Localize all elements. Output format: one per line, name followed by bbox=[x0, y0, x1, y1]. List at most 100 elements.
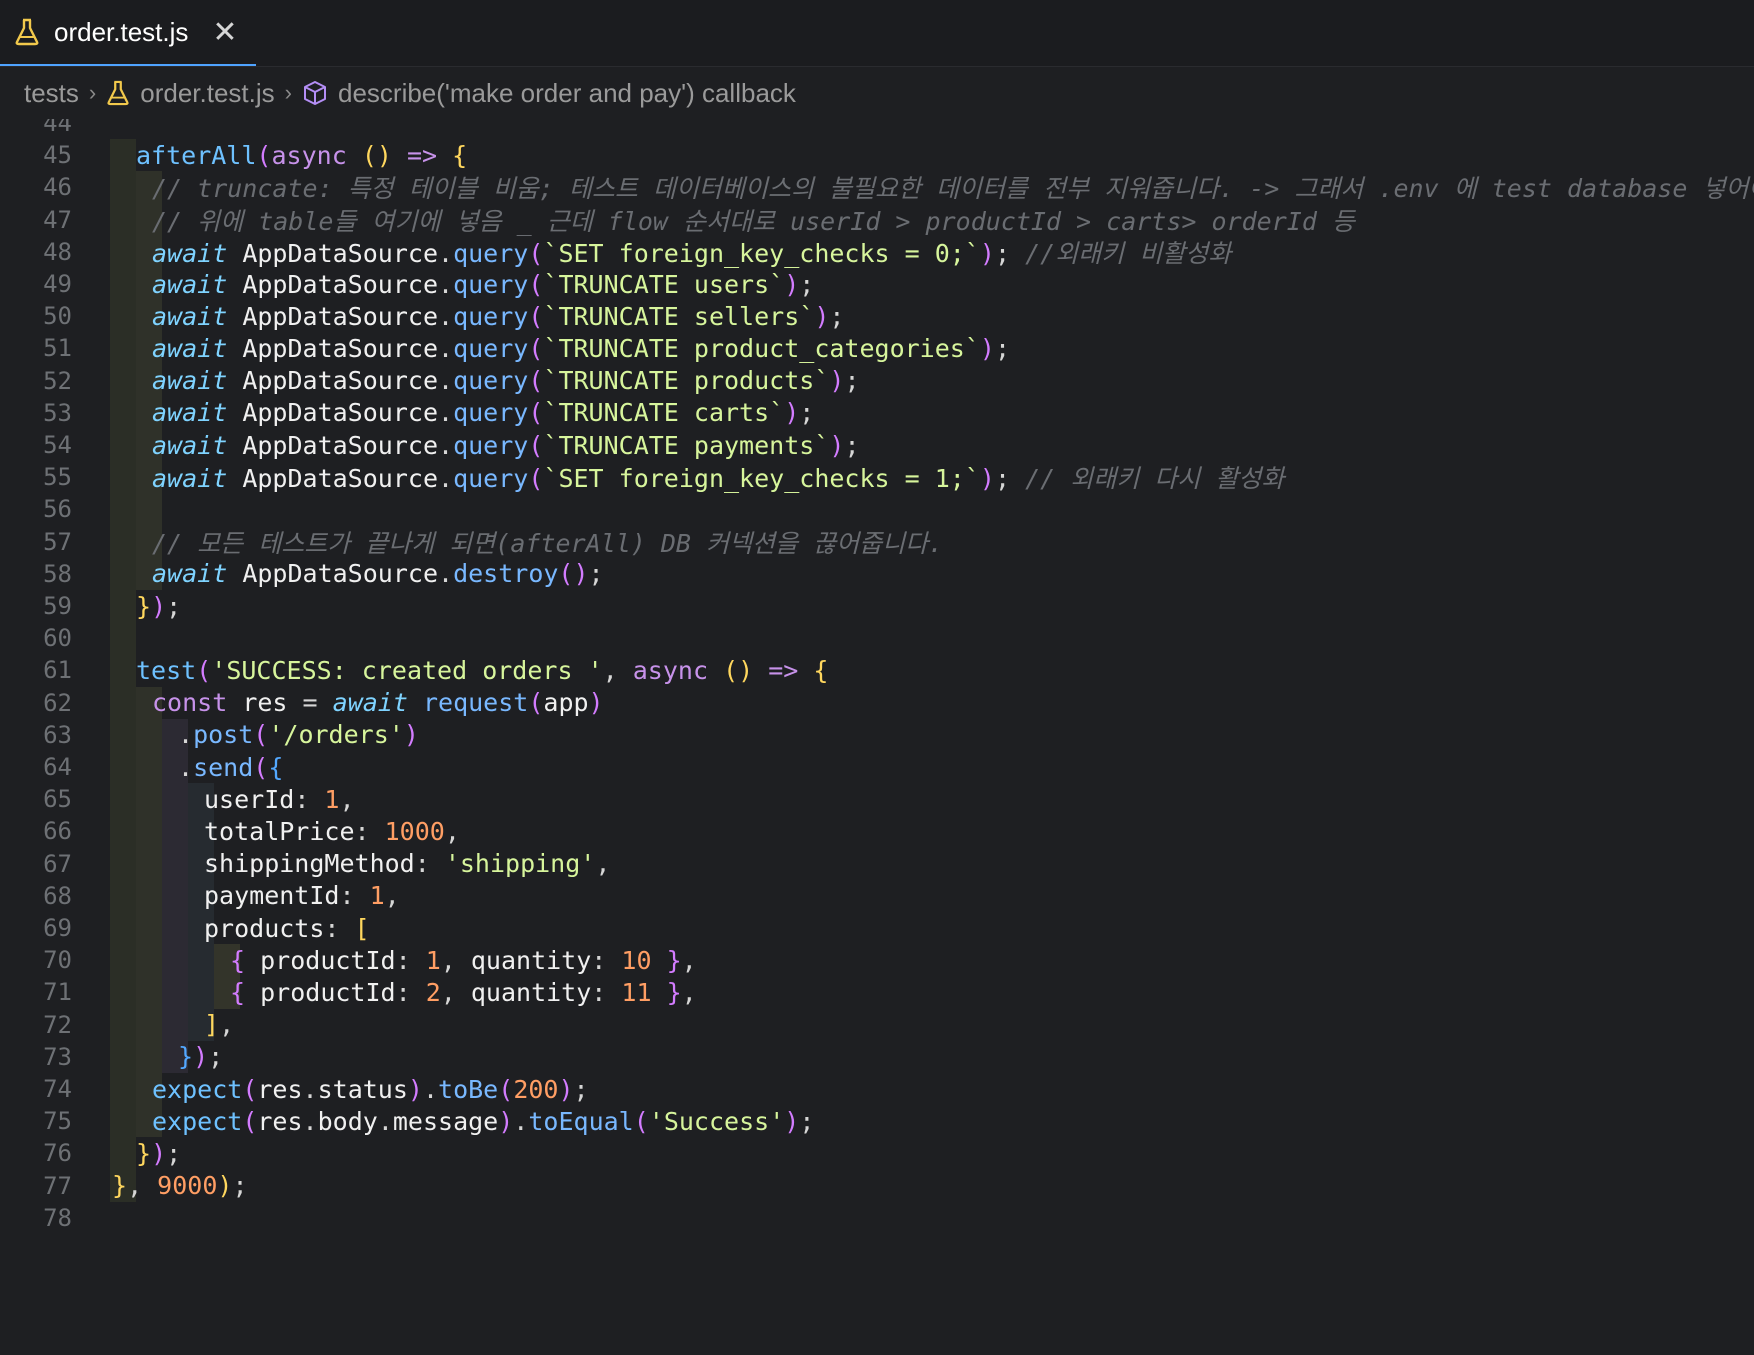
code-token: ; bbox=[166, 1138, 182, 1168]
code-token: [ bbox=[354, 913, 370, 943]
code-token: ( bbox=[528, 238, 544, 268]
code-line[interactable]: 53 await AppDataSource.query(`TRUNCATE ca… bbox=[0, 395, 1754, 431]
code-token: AppDataSource bbox=[242, 366, 438, 396]
code-token: query bbox=[453, 269, 529, 299]
code-token: // 모든 테스트가 끝나게 되면(afterAll) DB 커넥션을 끊어줍니… bbox=[152, 528, 944, 558]
code-token: await bbox=[152, 333, 228, 363]
code-line[interactable]: 67 shippingMethod: 'shipping', bbox=[0, 846, 1754, 882]
code-line[interactable]: 62 const res = await request(app) bbox=[0, 685, 1754, 721]
code-token: 1 bbox=[425, 945, 441, 975]
tab-order-test-js[interactable]: order.test.js ✕ bbox=[0, 0, 256, 66]
code-token: ( bbox=[498, 1074, 514, 1104]
code-line[interactable]: 66 totalPrice: 1000, bbox=[0, 813, 1754, 849]
code-line[interactable]: 78 bbox=[0, 1200, 1754, 1236]
code-line[interactable]: 58 await AppDataSource.destroy(); bbox=[0, 556, 1754, 592]
line-number: 69 bbox=[43, 914, 72, 942]
code-text: paymentId: 1, bbox=[204, 881, 400, 910]
code-line[interactable]: 69 products: [ bbox=[0, 910, 1754, 946]
code-line[interactable]: 49 await AppDataSource.query(`TRUNCATE us… bbox=[0, 266, 1754, 302]
line-number: 61 bbox=[43, 656, 72, 685]
code-token: app bbox=[543, 688, 589, 718]
code-token: post bbox=[193, 720, 254, 750]
code-line[interactable]: 64 .send({ bbox=[0, 749, 1754, 785]
code-text: { productId: 2, quantity: 11 }, bbox=[230, 978, 697, 1007]
code-line[interactable]: 65 userId: 1, bbox=[0, 781, 1754, 817]
code-text: await AppDataSource.query(`TRUNCATE prod… bbox=[152, 366, 860, 395]
code-text: afterAll(async () => { bbox=[136, 141, 467, 170]
breadcrumb-folder[interactable]: tests bbox=[24, 78, 79, 109]
code-token: AppDataSource bbox=[242, 430, 438, 460]
code-editor[interactable]: 44 45 afterAll(async () => {46// truncate:… bbox=[0, 119, 1754, 1355]
close-icon[interactable]: ✕ bbox=[212, 15, 237, 50]
code-token: productId bbox=[260, 977, 396, 1007]
code-token: . bbox=[178, 752, 194, 782]
flask-icon bbox=[15, 18, 39, 46]
code-token: ) bbox=[814, 301, 830, 331]
code-line[interactable]: 60 bbox=[0, 620, 1754, 656]
code-text: .post('/orders') bbox=[178, 720, 419, 749]
code-token: : bbox=[339, 881, 370, 911]
code-line[interactable]: 54 await AppDataSource.query(`TRUNCATE pa… bbox=[0, 427, 1754, 463]
line-number: 68 bbox=[43, 881, 72, 910]
code-line[interactable]: 55 await AppDataSource.query(`SET foreign… bbox=[0, 459, 1754, 495]
code-token: 2 bbox=[425, 977, 441, 1007]
breadcrumb-file[interactable]: order.test.js bbox=[140, 78, 274, 109]
code-line[interactable]: 76}); bbox=[0, 1135, 1754, 1171]
code-token: query bbox=[453, 238, 529, 268]
code-line[interactable]: 68 paymentId: 1, bbox=[0, 878, 1754, 914]
code-token: ] bbox=[204, 1010, 220, 1040]
code-line[interactable]: 59}); bbox=[0, 588, 1754, 624]
code-text: shippingMethod: 'shipping', bbox=[204, 849, 610, 878]
code-line[interactable]: 57 // 모든 테스트가 끝나게 되면(afterAll) DB 커넥션을 끊어… bbox=[0, 524, 1754, 560]
code-token: , bbox=[339, 784, 355, 814]
code-token: message bbox=[392, 1106, 499, 1136]
code-line[interactable]: 50 await AppDataSource.query(`TRUNCATE se… bbox=[0, 298, 1754, 334]
code-token: } bbox=[112, 1171, 128, 1201]
code-line[interactable]: 73}); bbox=[0, 1039, 1754, 1075]
code-line[interactable]: 46 // truncate: 특정 테이블 비움; 테스트 데이터베이스의 불필… bbox=[0, 169, 1754, 205]
code-token: ) bbox=[588, 688, 604, 718]
code-line[interactable]: 63 .post('/orders') bbox=[0, 717, 1754, 753]
code-text: }, 9000); bbox=[112, 1171, 248, 1200]
code-text: userId: 1, bbox=[204, 785, 355, 814]
code-line[interactable]: 74 expect(res.status).toBe(200); bbox=[0, 1071, 1754, 1107]
code-token: ) bbox=[979, 464, 995, 494]
code-token: await bbox=[152, 398, 228, 428]
code-line[interactable]: 47 // 위에 table들 여기에 넣음 _ 근데 flow 순서대로 use… bbox=[0, 202, 1754, 238]
code-token: 11 bbox=[621, 977, 652, 1007]
code-line[interactable]: 61 test('SUCCESS: created orders ', async… bbox=[0, 652, 1754, 688]
code-line[interactable]: 70 { productId: 1, quantity: 10 }, bbox=[0, 942, 1754, 978]
code-token: : bbox=[324, 913, 355, 943]
code-token: ; bbox=[994, 464, 1011, 494]
code-line[interactable]: 72], bbox=[0, 1007, 1754, 1043]
line-number: 73 bbox=[43, 1042, 72, 1071]
code-line[interactable]: 51 await AppDataSource.query(`TRUNCATE pr… bbox=[0, 330, 1754, 366]
code-line[interactable]: 52 await AppDataSource.query(`TRUNCATE pr… bbox=[0, 363, 1754, 399]
code-token: // truncate: 특정 테이블 비움; 테스트 데이터베이스의 불필요한… bbox=[152, 174, 1754, 204]
breadcrumb-symbol[interactable]: describe('make order and pay') callback bbox=[338, 78, 796, 109]
code-line[interactable]: 48 await AppDataSource.query(`SET foreign… bbox=[0, 234, 1754, 270]
code-text: await AppDataSource.destroy(); bbox=[152, 559, 604, 588]
code-line[interactable]: 75 expect(res.body.message).toEqual('Succ… bbox=[0, 1103, 1754, 1139]
code-line[interactable]: 56 bbox=[0, 491, 1754, 527]
code-text: const res = await request(app) bbox=[152, 688, 604, 717]
code-token: await bbox=[152, 559, 228, 589]
code-token: `SET foreign_key_checks = 1;` bbox=[543, 464, 980, 494]
code-token: } bbox=[136, 1138, 152, 1168]
line-number: 55 bbox=[43, 463, 72, 492]
code-token: ( bbox=[253, 752, 269, 782]
code-token: ) bbox=[784, 269, 800, 299]
code-line[interactable]: 77}, 9000); bbox=[0, 1168, 1754, 1204]
code-token: } bbox=[666, 945, 682, 975]
code-token: const bbox=[152, 688, 228, 718]
code-token: ; bbox=[844, 430, 860, 460]
code-token: await bbox=[152, 269, 228, 299]
code-line[interactable]: 45 afterAll(async () => { bbox=[0, 137, 1754, 173]
code-token: ( bbox=[242, 1074, 258, 1104]
code-token: ; bbox=[208, 1042, 224, 1072]
code-token: , bbox=[681, 977, 697, 1007]
line-number: 59 bbox=[43, 592, 72, 620]
code-line[interactable]: 71 { productId: 2, quantity: 11 }, bbox=[0, 974, 1754, 1010]
